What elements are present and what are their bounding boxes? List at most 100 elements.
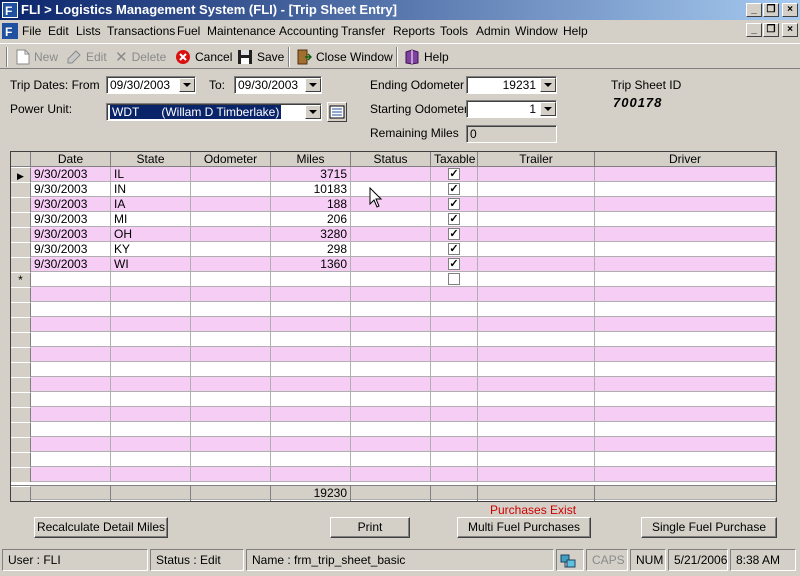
cell-miles[interactable]	[271, 317, 351, 332]
cell-taxable[interactable]: ✓	[431, 227, 478, 242]
table-row[interactable]	[11, 362, 776, 377]
col-header-trailer[interactable]: Trailer	[478, 152, 595, 167]
cell-status[interactable]	[351, 272, 431, 287]
cell-taxable[interactable]	[431, 392, 478, 407]
cell-odometer[interactable]	[191, 467, 271, 482]
edit-button[interactable]: Edit	[66, 48, 107, 66]
cell-state[interactable]	[111, 347, 191, 362]
cell-trailer[interactable]	[478, 227, 595, 242]
taxable-checkbox[interactable]	[448, 273, 460, 285]
cell-taxable[interactable]	[431, 467, 478, 482]
cell-odometer[interactable]	[191, 437, 271, 452]
cell-miles[interactable]: 1360	[271, 257, 351, 272]
cell-trailer[interactable]	[478, 362, 595, 377]
menu-lists[interactable]: Lists	[76, 24, 101, 38]
cell-status[interactable]	[351, 452, 431, 467]
cell-state[interactable]	[111, 407, 191, 422]
table-row[interactable]	[11, 377, 776, 392]
cell-driver[interactable]	[595, 272, 776, 287]
cell-state[interactable]	[111, 392, 191, 407]
cell-status[interactable]	[351, 242, 431, 257]
cell-date[interactable]	[31, 287, 111, 302]
cell-status[interactable]	[351, 332, 431, 347]
cell-trailer[interactable]	[478, 377, 595, 392]
cell-date[interactable]: 9/30/2003	[31, 167, 111, 182]
menu-window[interactable]: Window	[515, 24, 558, 38]
new-button[interactable]: New	[16, 48, 58, 66]
cell-miles[interactable]: 298	[271, 242, 351, 257]
cell-date[interactable]	[31, 437, 111, 452]
cell-miles[interactable]: 10183	[271, 182, 351, 197]
table-row[interactable]	[11, 437, 776, 452]
delete-button[interactable]: ✕ Delete	[115, 48, 166, 66]
cell-driver[interactable]	[595, 392, 776, 407]
cell-status[interactable]	[351, 392, 431, 407]
cell-trailer[interactable]	[478, 347, 595, 362]
menu-maintenance[interactable]: Maintenance	[207, 24, 276, 38]
cell-miles[interactable]	[271, 287, 351, 302]
cell-trailer[interactable]	[478, 242, 595, 257]
cell-state[interactable]	[111, 437, 191, 452]
cell-state[interactable]	[111, 332, 191, 347]
ending-odometer-dropdown-icon[interactable]	[540, 78, 556, 92]
cell-trailer[interactable]	[478, 332, 595, 347]
cell-date[interactable]	[31, 392, 111, 407]
cell-taxable[interactable]: ✓	[431, 257, 478, 272]
mdi-restore-icon[interactable]: ❐	[763, 23, 779, 37]
cell-driver[interactable]	[595, 362, 776, 377]
cell-trailer[interactable]	[478, 257, 595, 272]
cell-driver[interactable]	[595, 227, 776, 242]
cell-trailer[interactable]	[478, 302, 595, 317]
cell-date[interactable]: 9/30/2003	[31, 242, 111, 257]
cell-state[interactable]: MI	[111, 212, 191, 227]
child-window-icon[interactable]: F	[2, 23, 18, 39]
to-date-dropdown-icon[interactable]	[305, 78, 321, 92]
cell-status[interactable]	[351, 362, 431, 377]
cell-trailer[interactable]	[478, 422, 595, 437]
cell-miles[interactable]: 206	[271, 212, 351, 227]
cell-miles[interactable]	[271, 422, 351, 437]
cell-driver[interactable]	[595, 347, 776, 362]
cell-trailer[interactable]	[478, 317, 595, 332]
cell-odometer[interactable]	[191, 392, 271, 407]
taxable-checkbox[interactable]: ✓	[448, 258, 460, 270]
table-row[interactable]	[11, 332, 776, 347]
cell-driver[interactable]	[595, 287, 776, 302]
table-row[interactable]: 9/30/2003 IA 188 ✓	[11, 197, 776, 212]
cell-taxable[interactable]	[431, 287, 478, 302]
cell-miles[interactable]	[271, 377, 351, 392]
mdi-minimize-icon[interactable]: _	[746, 23, 762, 37]
row-selector[interactable]	[11, 452, 31, 467]
cell-status[interactable]	[351, 257, 431, 272]
cell-miles[interactable]	[271, 467, 351, 482]
taxable-checkbox[interactable]: ✓	[448, 213, 460, 225]
cell-odometer[interactable]	[191, 227, 271, 242]
cell-driver[interactable]	[595, 422, 776, 437]
table-row[interactable]	[11, 302, 776, 317]
close-icon[interactable]: ×	[782, 3, 798, 17]
row-selector[interactable]	[11, 437, 31, 452]
cell-status[interactable]	[351, 302, 431, 317]
table-row[interactable]	[11, 317, 776, 332]
cell-trailer[interactable]	[478, 212, 595, 227]
cell-driver[interactable]	[595, 212, 776, 227]
taxable-checkbox[interactable]: ✓	[448, 228, 460, 240]
cell-date[interactable]	[31, 272, 111, 287]
cell-driver[interactable]	[595, 452, 776, 467]
cell-status[interactable]	[351, 467, 431, 482]
cell-taxable[interactable]	[431, 377, 478, 392]
cell-miles[interactable]	[271, 302, 351, 317]
cell-driver[interactable]	[595, 332, 776, 347]
taxable-checkbox[interactable]: ✓	[448, 168, 460, 180]
col-header-miles[interactable]: Miles	[271, 152, 351, 167]
cell-driver[interactable]	[595, 437, 776, 452]
cell-trailer[interactable]	[478, 272, 595, 287]
table-row[interactable]	[11, 452, 776, 467]
cell-state[interactable]	[111, 377, 191, 392]
close-window-button[interactable]: Close Window	[296, 48, 393, 66]
cell-miles[interactable]	[271, 392, 351, 407]
single-fuel-purchase-button[interactable]: Single Fuel Purchase	[641, 517, 777, 538]
cell-taxable[interactable]	[431, 317, 478, 332]
cell-state[interactable]	[111, 287, 191, 302]
cell-miles[interactable]	[271, 407, 351, 422]
